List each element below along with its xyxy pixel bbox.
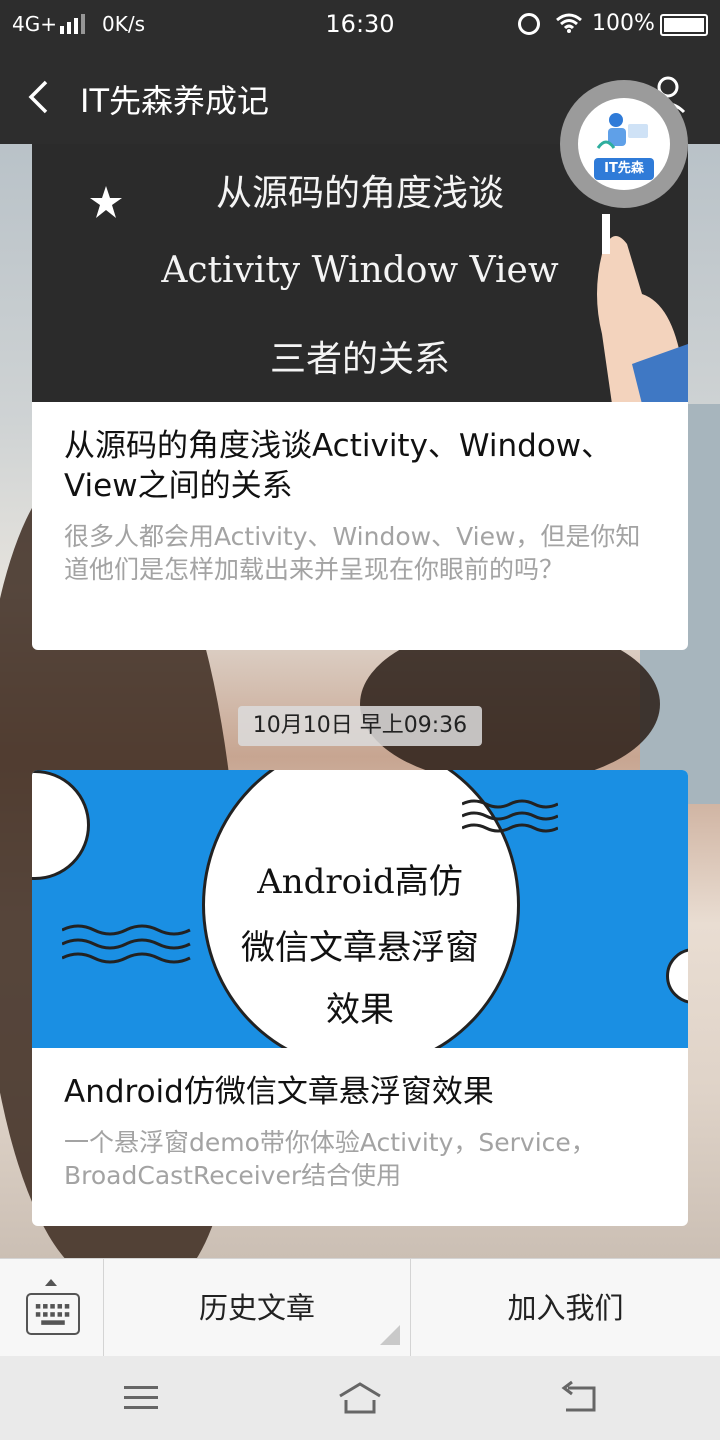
avatar-badge: IT先森 [594, 158, 654, 180]
hand-illustration [597, 214, 688, 402]
article-card[interactable]: Android高仿 微信文章悬浮窗 效果 Android仿微信文章悬浮窗效果 一… [32, 770, 688, 1226]
article-feed[interactable]: 从源码的角度浅谈 Activity Window View 三者的关系 从源码的… [0, 144, 720, 1258]
article-description: 很多人都会用Activity、Window、View，但是你知道他们是怎样加载出… [64, 522, 641, 584]
cover-line: Android高仿 [257, 862, 463, 902]
battery-percent: 100% [592, 11, 655, 36]
home-icon[interactable] [336, 1380, 384, 1416]
menu-item-label: 历史文章 [198, 1291, 315, 1325]
cover-line: 效果 [326, 990, 394, 1030]
menu-item-history[interactable]: 历史文章 [104, 1259, 411, 1357]
return-icon[interactable] [560, 1380, 600, 1416]
cover-line: 微信文章悬浮窗 [241, 928, 479, 968]
keyboard-icon [26, 1293, 80, 1335]
article-title: 从源码的角度浅谈Activity、Window、View之间的关系 [64, 428, 613, 504]
battery-icon [660, 14, 708, 36]
wifi-icon [556, 13, 582, 33]
menu-icon[interactable] [122, 1380, 162, 1416]
bottom-menu: 历史文章 加入我们 [0, 1258, 720, 1357]
wave-decoration [462, 799, 558, 833]
submenu-indicator-icon [380, 1325, 400, 1345]
system-nav-bar [0, 1356, 720, 1440]
chevron-left-icon[interactable] [26, 80, 54, 114]
menu-item-label: 加入我们 [507, 1291, 624, 1325]
status-bar: 4G+ 0K/s 16:30 100% [0, 0, 720, 50]
floating-window-avatar[interactable]: IT先森 [560, 80, 688, 208]
alarm-icon [518, 13, 540, 35]
page-title: IT先森养成记 [80, 82, 269, 120]
keyboard-toggle-button[interactable] [0, 1259, 104, 1357]
article-title: Android仿微信文章悬浮窗效果 [64, 1074, 494, 1110]
person-illustration-icon [596, 113, 648, 149]
article-description: 一个悬浮窗demo带你体验Activity，Service，BroadCastR… [64, 1128, 596, 1190]
message-timestamp: 10月10日 早上09:36 [238, 706, 482, 746]
arrow-up-icon [45, 1279, 57, 1286]
avatar: IT先森 [578, 98, 670, 190]
article-cover[interactable]: Android高仿 微信文章悬浮窗 效果 [32, 770, 688, 1048]
menu-item-join[interactable]: 加入我们 [411, 1259, 720, 1357]
article-card[interactable]: 从源码的角度浅谈 Activity Window View 三者的关系 从源码的… [32, 144, 688, 650]
